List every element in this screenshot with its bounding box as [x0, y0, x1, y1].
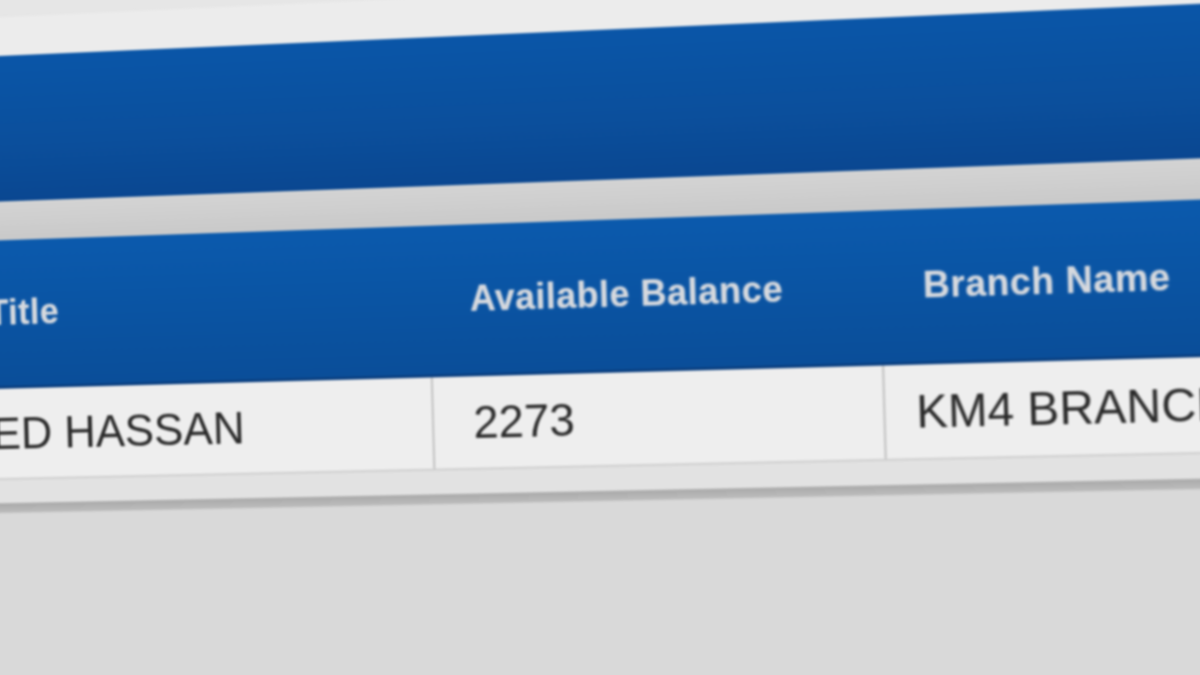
column-header-label: Branch Name — [922, 256, 1172, 306]
column-header-label: Available Balance — [469, 268, 784, 319]
cell-available-balance: 2273 — [432, 365, 887, 469]
available-balance-value: 2273 — [472, 393, 576, 448]
account-title-value: AMED HASSAN — [0, 402, 246, 461]
cell-account-title: AMED HASSAN — [0, 377, 436, 479]
banking-app-screen: unt Title Available Balance Branch Name … — [0, 0, 1200, 675]
empty-page-area — [0, 486, 1200, 675]
column-header-branch-name: Branch Name — [880, 197, 1200, 363]
account-summary-table: unt Title Available Balance Branch Name … — [0, 196, 1200, 514]
cell-branch-name: KM4 BRANCH — [884, 355, 1200, 459]
column-header-account-title: unt Title — [0, 226, 433, 387]
branch-name-value: KM4 BRANCH — [915, 377, 1200, 438]
photo-of-screen: unt Title Available Balance Branch Name … — [0, 0, 1200, 675]
column-header-label: unt Title — [0, 290, 60, 335]
column-header-available-balance: Available Balance — [429, 210, 884, 374]
